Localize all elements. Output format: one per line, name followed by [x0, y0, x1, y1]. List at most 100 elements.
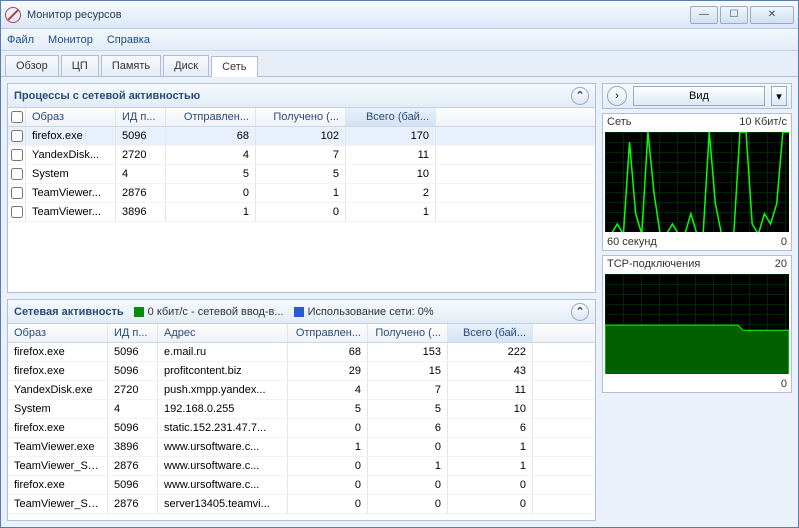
menubar: Файл Монитор Справка: [1, 29, 798, 51]
cell-pid: 3896: [108, 438, 158, 456]
view-button[interactable]: Вид: [633, 86, 765, 106]
table-row[interactable]: System 4 192.168.0.255 5 5 10: [8, 400, 595, 419]
table-row[interactable]: firefox.exe 5096 68 102 170: [8, 127, 595, 146]
table-row[interactable]: TeamViewer_Se... 2876 server13405.teamvi…: [8, 495, 595, 514]
col-sent[interactable]: Отправлен...: [288, 324, 368, 342]
row-checkbox[interactable]: [11, 130, 23, 142]
menu-monitor[interactable]: Монитор: [48, 34, 93, 46]
processes-panel-title: Процессы с сетевой активностью: [14, 90, 200, 102]
chevron-down-icon: ▾: [776, 90, 782, 103]
cell-total: 0: [448, 476, 533, 494]
tab-network[interactable]: Сеть: [211, 56, 257, 77]
cell-total: 1: [346, 203, 436, 221]
cell-image: TeamViewer_Se...: [8, 457, 108, 475]
col-address[interactable]: Адрес: [158, 324, 288, 342]
table-row[interactable]: YandexDisk... 2720 4 7 11: [8, 146, 595, 165]
tab-overview[interactable]: Обзор: [5, 55, 59, 76]
table-row[interactable]: TeamViewer... 2876 0 1 2: [8, 184, 595, 203]
cell-pid: 2876: [116, 184, 166, 202]
cell-pid: 2876: [108, 495, 158, 513]
cell-recv: 5: [256, 165, 346, 183]
minimize-button[interactable]: —: [690, 6, 718, 24]
row-checkbox[interactable]: [11, 187, 23, 199]
legend-blue-icon: [294, 307, 304, 317]
cell-sent: 1: [166, 203, 256, 221]
cell-address: www.ursoftware.c...: [158, 457, 288, 475]
cell-image: YandexDisk.exe: [8, 381, 108, 399]
cell-pid: 5096: [108, 362, 158, 380]
col-sent[interactable]: Отправлен...: [166, 108, 256, 126]
processes-table-header: Образ ИД п... Отправлен... Получено (...…: [8, 108, 595, 127]
cell-total: 1: [448, 457, 533, 475]
cell-recv: 0: [368, 438, 448, 456]
tab-memory[interactable]: Память: [101, 55, 161, 76]
row-checkbox[interactable]: [11, 206, 23, 218]
cell-sent: 0: [288, 419, 368, 437]
cell-sent: 1: [288, 438, 368, 456]
right-toolbar: › Вид ▾: [602, 83, 792, 109]
cell-recv: 7: [368, 381, 448, 399]
table-row[interactable]: firefox.exe 5096 static.152.231.47.7... …: [8, 419, 595, 438]
menu-help[interactable]: Справка: [107, 34, 150, 46]
cell-image: System: [26, 165, 116, 183]
activity-table-body: firefox.exe 5096 e.mail.ru 68 153 222fir…: [8, 343, 595, 520]
cell-address: push.xmpp.yandex...: [158, 381, 288, 399]
cell-image: TeamViewer_Se...: [8, 495, 108, 513]
cell-address: 192.168.0.255: [158, 400, 288, 418]
network-graph: Сеть10 Кбит/с 60 секунд0: [602, 113, 792, 251]
resource-monitor-window: Монитор ресурсов — ☐ ✕ Файл Монитор Спра…: [0, 0, 799, 528]
cell-total: 1: [448, 438, 533, 456]
table-row[interactable]: TeamViewer_Se... 2876 www.ursoftware.c..…: [8, 457, 595, 476]
cell-pid: 4: [116, 165, 166, 183]
col-recv[interactable]: Получено (...: [256, 108, 346, 126]
cell-sent: 68: [166, 127, 256, 145]
cell-total: 10: [346, 165, 436, 183]
cell-image: firefox.exe: [8, 362, 108, 380]
tab-disk[interactable]: Диск: [163, 55, 209, 76]
col-pid[interactable]: ИД п...: [108, 324, 158, 342]
cell-pid: 5096: [116, 127, 166, 145]
chevron-up-icon: ⌃: [575, 305, 584, 318]
expand-button[interactable]: ›: [607, 86, 627, 106]
view-dropdown[interactable]: ▾: [771, 86, 787, 106]
select-all-checkbox[interactable]: [11, 111, 23, 123]
col-recv[interactable]: Получено (...: [368, 324, 448, 342]
table-row[interactable]: TeamViewer.exe 3896 www.ursoftware.c... …: [8, 438, 595, 457]
processes-table-body: firefox.exe 5096 68 102 170 YandexDisk..…: [8, 127, 595, 292]
cell-recv: 1: [256, 184, 346, 202]
cell-pid: 4: [108, 400, 158, 418]
table-row[interactable]: System 4 5 5 10: [8, 165, 595, 184]
menu-file[interactable]: Файл: [7, 34, 34, 46]
collapse-button[interactable]: ⌃: [571, 303, 589, 321]
table-row[interactable]: YandexDisk.exe 2720 push.xmpp.yandex... …: [8, 381, 595, 400]
table-row[interactable]: firefox.exe 5096 e.mail.ru 68 153 222: [8, 343, 595, 362]
table-row[interactable]: firefox.exe 5096 www.ursoftware.c... 0 0…: [8, 476, 595, 495]
close-button[interactable]: ✕: [750, 6, 794, 24]
processes-panel: Процессы с сетевой активностью ⌃ Образ И…: [7, 83, 596, 293]
titlebar[interactable]: Монитор ресурсов — ☐ ✕: [1, 1, 798, 29]
activity-table-header: Образ ИД п... Адрес Отправлен... Получен…: [8, 324, 595, 343]
col-total[interactable]: Всего (бай...: [448, 324, 533, 342]
col-image[interactable]: Образ: [8, 324, 108, 342]
tcp-graph: TCP-подключения20 0: [602, 255, 792, 393]
graph-title: TCP-подключения: [607, 258, 700, 270]
row-checkbox[interactable]: [11, 149, 23, 161]
col-image[interactable]: Образ: [26, 108, 116, 126]
cell-recv: 0: [368, 476, 448, 494]
maximize-button[interactable]: ☐: [720, 6, 748, 24]
col-total[interactable]: Всего (бай...: [346, 108, 436, 126]
col-pid[interactable]: ИД п...: [116, 108, 166, 126]
app-icon: [5, 7, 21, 23]
cell-image: TeamViewer.exe: [8, 438, 108, 456]
cell-sent: 4: [166, 146, 256, 164]
tab-cpu[interactable]: ЦП: [61, 55, 99, 76]
graph-scale: 10 Кбит/с: [739, 116, 787, 128]
cell-recv: 5: [368, 400, 448, 418]
cell-sent: 4: [288, 381, 368, 399]
graph-scale: 20: [775, 258, 787, 270]
table-row[interactable]: firefox.exe 5096 profitcontent.biz 29 15…: [8, 362, 595, 381]
collapse-button[interactable]: ⌃: [571, 87, 589, 105]
cell-recv: 15: [368, 362, 448, 380]
table-row[interactable]: TeamViewer... 3896 1 0 1: [8, 203, 595, 222]
row-checkbox[interactable]: [11, 168, 23, 180]
